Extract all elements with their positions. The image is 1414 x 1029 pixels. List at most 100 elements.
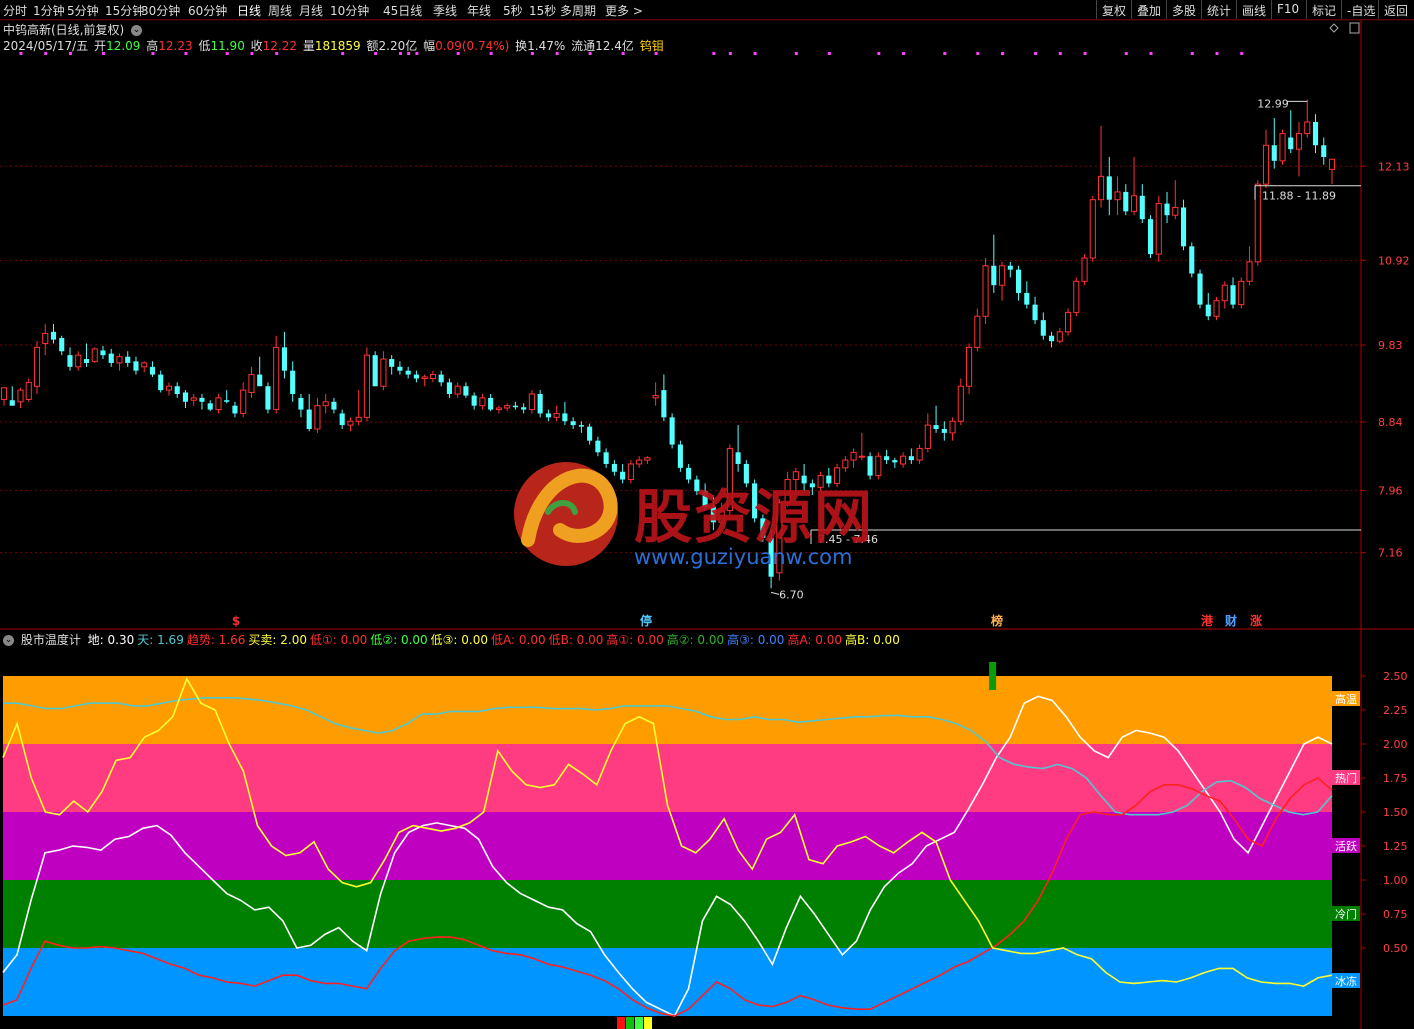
- candle-body-down: [174, 386, 180, 395]
- signal-dot: [588, 52, 592, 55]
- candle-body-down: [306, 409, 312, 429]
- candle-body-down: [1271, 145, 1277, 161]
- candle-body-up: [190, 397, 197, 401]
- candle-body-down: [199, 397, 205, 402]
- candle-body-down: [892, 460, 898, 463]
- event-marker: 涨: [1250, 613, 1262, 628]
- bottom-signal-block: [635, 1017, 643, 1029]
- candle-body-up: [322, 401, 329, 407]
- indicator-axis-label: 1.50: [1383, 806, 1408, 819]
- candle-body-up: [875, 455, 882, 477]
- signal-dot: [415, 52, 419, 55]
- indicator-axis-label: 0.75: [1383, 908, 1408, 921]
- candle-body-up: [652, 395, 659, 399]
- candle-body-down: [611, 463, 617, 472]
- candle-body-up: [974, 315, 981, 348]
- signal-dot: [530, 52, 534, 55]
- candle-body-up: [454, 385, 461, 395]
- signal-dot: [1034, 52, 1038, 55]
- candle-body-down: [1197, 273, 1203, 305]
- signal-dot: [827, 52, 831, 55]
- indicator-axis-label: 2.25: [1383, 704, 1408, 717]
- signal-dot: [621, 52, 625, 55]
- candle-body-up: [1213, 300, 1220, 317]
- signal-dot: [19, 52, 23, 55]
- candle-body-down: [108, 353, 114, 363]
- candle-body-up: [116, 356, 123, 364]
- candle-body-down: [620, 471, 626, 480]
- price-axis-label: 9.83: [1378, 339, 1403, 352]
- range-top-label: 11.88 - 11.89: [1262, 190, 1336, 203]
- signal-dot: [1215, 52, 1219, 55]
- candle-body-down: [446, 382, 452, 395]
- candle-body-up: [916, 447, 923, 461]
- candle-body-down: [1230, 285, 1236, 305]
- bottom-signal-block: [626, 1017, 634, 1029]
- candle-body-down: [281, 347, 288, 371]
- candle-body-up: [1172, 206, 1179, 216]
- candle-body-down: [50, 331, 57, 340]
- candle-body-down: [59, 338, 65, 352]
- candle-body-up: [495, 407, 502, 411]
- candle-body-up: [1081, 257, 1088, 282]
- signal-dot: [456, 52, 460, 55]
- signal-dot: [1149, 52, 1153, 55]
- bottom-signal-block: [644, 1017, 652, 1029]
- window-toggle-icon: [1349, 22, 1360, 34]
- candle-body-up: [1056, 331, 1063, 342]
- candle-body-up: [858, 455, 865, 458]
- candle-body-up: [91, 348, 98, 362]
- candle-body-up: [1328, 158, 1336, 170]
- candle-body-down: [1164, 203, 1170, 216]
- candle-body-up: [1073, 280, 1080, 313]
- candle-body-up: [1097, 175, 1105, 201]
- candle-body-down: [1040, 320, 1046, 336]
- band-label: 冰冻: [1335, 974, 1357, 988]
- low-price-label: 6.70: [779, 588, 804, 601]
- price-axis-label: 7.16: [1378, 547, 1403, 560]
- candle-body-up: [33, 346, 41, 387]
- indicator-axis-label: 2.50: [1383, 670, 1408, 683]
- candle-body-down: [1139, 195, 1145, 220]
- candle-body-down: [207, 403, 213, 410]
- candle-body-up: [363, 354, 370, 418]
- price-axis-label: 7.96: [1378, 484, 1403, 497]
- candle-body-down: [438, 374, 444, 383]
- candle-body-down: [669, 417, 675, 445]
- signal-dot: [976, 52, 980, 55]
- candle-body-down: [1147, 219, 1154, 255]
- candle-body-up: [25, 381, 32, 400]
- candle-body-up: [273, 346, 280, 411]
- candle-body-up: [248, 374, 255, 393]
- candle-body-up: [141, 362, 148, 368]
- signal-dot: [1058, 52, 1062, 55]
- candle-body-down: [1321, 145, 1327, 157]
- candle-body-down: [1024, 292, 1030, 305]
- candle-body-down: [908, 456, 914, 461]
- candle-body-up: [421, 376, 428, 379]
- candle-body-down: [603, 452, 609, 464]
- candle-body-up: [1295, 133, 1303, 150]
- candle-body-up: [479, 397, 486, 407]
- candle-body-up: [1279, 133, 1286, 162]
- price-axis-label: 10.92: [1378, 254, 1410, 267]
- signal-dot: [1083, 52, 1087, 55]
- candle-body-down: [389, 359, 395, 367]
- signal-dot: [151, 52, 155, 55]
- signal-dot: [1001, 52, 1005, 55]
- candle-body-down: [331, 401, 337, 410]
- candle-body-down: [1288, 137, 1294, 150]
- candle-body-down: [677, 444, 683, 468]
- candle-body-up: [240, 389, 247, 414]
- signal-dot: [1190, 52, 1194, 55]
- signal-dot: [68, 52, 72, 55]
- candle-body-down: [562, 413, 568, 422]
- indicator-axis-label: 1.00: [1383, 874, 1408, 887]
- event-marker: $: [232, 614, 240, 628]
- candle-body-down: [578, 425, 584, 427]
- candle-body-down: [182, 392, 189, 402]
- candle-body-down: [1180, 207, 1187, 247]
- signal-dot: [902, 52, 906, 55]
- signal-dot: [398, 52, 402, 55]
- signal-dot: [654, 52, 658, 55]
